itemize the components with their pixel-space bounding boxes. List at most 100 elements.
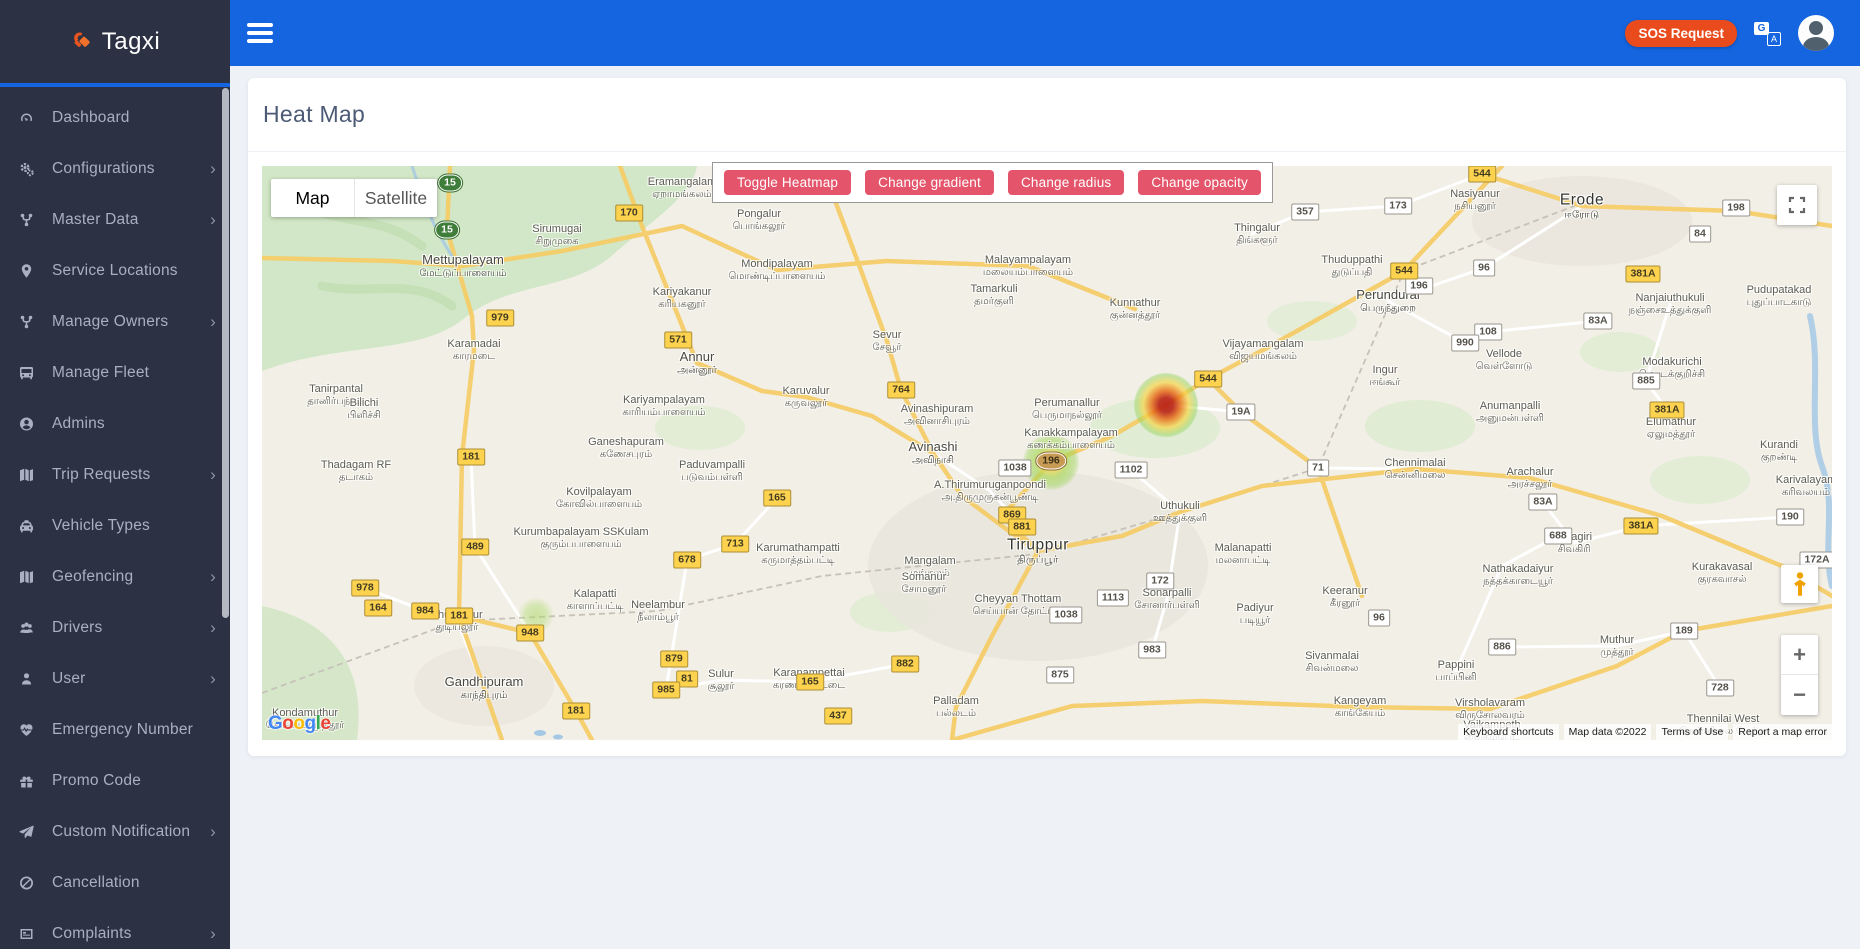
brand-logo[interactable]: Tagxi — [0, 0, 230, 87]
chevron-right-icon: › — [210, 210, 216, 229]
heat-map[interactable]: Eramangalam ஏறாமங்கலம் Pongalur பொங்கலூர் Si… — [262, 162, 1832, 740]
geofencing-icon — [18, 569, 38, 585]
google-logo-letter: o — [293, 713, 305, 734]
sidebar-item-trip-requests[interactable]: Trip Requests › — [0, 449, 230, 500]
change-opacity-button[interactable]: Change opacity — [1138, 170, 1261, 195]
map-terrain — [262, 166, 1832, 740]
vehicle-types-icon — [18, 518, 38, 534]
zoom-out-button[interactable]: − — [1781, 674, 1818, 713]
emergency-number-icon — [18, 722, 38, 738]
hamburger-menu-icon[interactable] — [247, 23, 273, 43]
change-gradient-button[interactable]: Change gradient — [865, 170, 994, 195]
avatar-body-icon — [1803, 37, 1829, 51]
page-title: Heat Map — [263, 101, 366, 127]
sidebar-item-vehicle-types[interactable]: Vehicle Types — [0, 500, 230, 551]
translate-icon[interactable]: G A — [1754, 20, 1781, 47]
dashboard-icon — [18, 110, 38, 126]
heatmap-card: Heat Map Eramangalam ஏறாமங்கலம் Pongalur… — [248, 78, 1846, 756]
sidebar-item-complaints[interactable]: Complaints › — [0, 908, 230, 949]
toggle-heatmap-button[interactable]: Toggle Heatmap — [724, 170, 852, 195]
sidebar-item-label: Configurations — [52, 159, 155, 177]
complaints-icon — [18, 926, 38, 942]
google-logo[interactable]: Google — [268, 713, 331, 735]
user-icon — [18, 671, 38, 687]
sidebar-item-label: Service Locations — [52, 261, 178, 279]
sidebar-item-dashboard[interactable]: Dashboard — [0, 92, 230, 143]
map-attribution: Keyboard shortcuts Map data ©2022 Terms of… — [1453, 724, 1832, 740]
chevron-right-icon: › — [210, 567, 216, 586]
admins-icon — [18, 416, 38, 432]
chevron-right-icon: › — [210, 159, 216, 178]
sidebar-item-geofencing[interactable]: Geofencing › — [0, 551, 230, 602]
sidebar-item-custom-notification[interactable]: Custom Notification › — [0, 806, 230, 857]
card-header: Heat Map — [248, 78, 1846, 152]
sidebar-item-promo-code[interactable]: Promo Code — [0, 755, 230, 806]
custom-notification-icon — [18, 824, 38, 840]
pegman-street-view[interactable] — [1781, 565, 1818, 603]
topbar-actions: SOS Request G A — [1625, 0, 1834, 66]
sidebar-item-user[interactable]: User › — [0, 653, 230, 704]
sos-request-button[interactable]: SOS Request — [1625, 19, 1737, 47]
sidebar-item-label: Admins — [52, 414, 105, 432]
service-locations-icon — [18, 263, 38, 279]
cancellation-icon — [18, 875, 38, 891]
chevron-right-icon: › — [210, 669, 216, 688]
zoom-control: + − — [1781, 635, 1818, 715]
map-type-satellite-button[interactable]: Satellite — [354, 179, 437, 217]
sidebar-scrollbar[interactable] — [222, 88, 229, 618]
chevron-right-icon: › — [210, 618, 216, 637]
fullscreen-icon — [1788, 196, 1806, 214]
google-logo-letter: e — [320, 713, 331, 734]
sidebar-item-service-locations[interactable]: Service Locations — [0, 245, 230, 296]
map-type-control: Map Satellite — [271, 179, 437, 217]
sidebar-item-label: Vehicle Types — [52, 516, 150, 534]
sidebar-item-label: User — [52, 669, 86, 687]
promo-code-icon — [18, 773, 38, 789]
sidebar-item-label: Emergency Number — [52, 720, 194, 738]
sidebar-item-emergency-number[interactable]: Emergency Number — [0, 704, 230, 755]
sidebar-item-label: Cancellation — [52, 873, 140, 891]
fullscreen-button[interactable] — [1777, 185, 1817, 225]
keyboard-shortcuts[interactable]: Keyboard shortcuts — [1458, 724, 1559, 740]
app-root: SOS Request G A Tagxi Dashboard Configura… — [0, 0, 1860, 949]
terms-of-use[interactable]: Terms of Use — [1656, 724, 1729, 740]
sidebar-item-label: Manage Fleet — [52, 363, 150, 381]
drivers-icon — [18, 620, 38, 636]
change-radius-button[interactable]: Change radius — [1007, 170, 1125, 195]
sidebar-item-manage-owners[interactable]: Manage Owners › — [0, 296, 230, 347]
sidebar-item-label: Geofencing — [52, 567, 134, 585]
manage-fleet-icon — [18, 365, 38, 381]
sidebar-item-manage-fleet[interactable]: Manage Fleet — [0, 347, 230, 398]
chevron-right-icon: › — [210, 822, 216, 841]
sidebar-item-label: Manage Owners — [52, 312, 169, 330]
chevron-right-icon: › — [210, 924, 216, 943]
manage-owners-icon — [18, 314, 38, 330]
avatar-head-icon — [1809, 21, 1823, 35]
tagxi-logo-icon — [73, 32, 90, 47]
chevron-right-icon: › — [210, 312, 216, 331]
sidebar-item-label: Master Data — [52, 210, 139, 228]
google-logo-letter: o — [282, 713, 294, 734]
sidebar-item-label: Custom Notification — [52, 822, 191, 840]
google-logo-letter: G — [268, 713, 283, 734]
chevron-right-icon: › — [210, 465, 216, 484]
sidebar-item-master-data[interactable]: Master Data › — [0, 194, 230, 245]
sidebar-nav: Dashboard Configurations › Master Data › Serv… — [0, 87, 230, 949]
sidebar-item-configurations[interactable]: Configurations › — [0, 143, 230, 194]
report-a-map-error[interactable]: Report a map error — [1733, 724, 1832, 740]
map-canvas[interactable]: Eramangalam ஏறாமங்கலம் Pongalur பொங்கலூர் Si… — [262, 166, 1832, 740]
zoom-in-button[interactable]: + — [1781, 635, 1818, 674]
top-navbar: SOS Request G A — [0, 0, 1860, 66]
sidebar: Tagxi Dashboard Configurations › Master Dat… — [0, 0, 230, 949]
sidebar-item-cancellation[interactable]: Cancellation — [0, 857, 230, 908]
sidebar-item-label: Trip Requests — [52, 465, 151, 483]
pegman-icon — [1793, 572, 1806, 596]
sidebar-item-label: Dashboard — [52, 108, 130, 126]
sidebar-item-drivers[interactable]: Drivers › — [0, 602, 230, 653]
sidebar-item-admins[interactable]: Admins — [0, 398, 230, 449]
map-type-map-button[interactable]: Map — [271, 179, 354, 217]
sidebar-item-label: Drivers — [52, 618, 103, 636]
user-avatar[interactable] — [1798, 15, 1834, 51]
trip-requests-icon — [18, 467, 38, 483]
sidebar-item-label: Complaints — [52, 924, 132, 942]
